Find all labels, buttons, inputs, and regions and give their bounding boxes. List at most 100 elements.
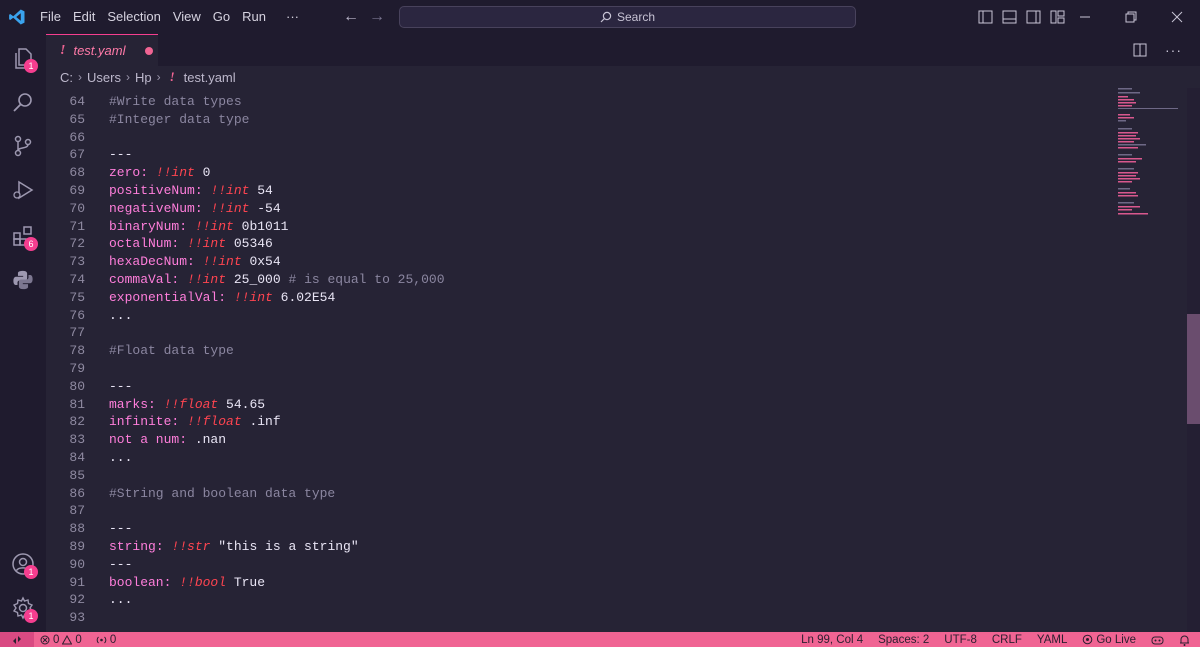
encoding[interactable]: UTF-8 <box>944 634 977 646</box>
code-line[interactable]: 86 #String and boolean data type <box>46 485 1106 503</box>
scrollbar-thumb[interactable] <box>1187 314 1200 424</box>
code-line[interactable]: 64 #Write data types <box>46 93 1106 111</box>
command-center-search[interactable]: Search <box>399 6 856 28</box>
cursor-position[interactable]: Ln 99, Col 4 <box>801 634 863 646</box>
token-key: hexaDecNum <box>109 254 188 270</box>
code-line[interactable]: 68 zero: !!int 0 <box>46 164 1106 182</box>
breadcrumb-file[interactable]: test.yaml <box>184 70 236 85</box>
code-line[interactable]: 70 negativeNum: !!int -54 <box>46 200 1106 218</box>
warning-count: 0 <box>75 633 82 646</box>
token-val: .nan <box>194 432 227 448</box>
code-line[interactable]: 71 binaryNum: !!int 0b1011 <box>46 218 1106 236</box>
code-line[interactable]: 77 <box>46 324 1106 342</box>
python-button[interactable] <box>0 258 46 302</box>
minimap[interactable] <box>1116 88 1186 632</box>
code-line[interactable]: 84... <box>46 449 1106 467</box>
code-line[interactable]: 88 --- <box>46 520 1106 538</box>
explorer-button[interactable]: 1 <box>0 36 46 80</box>
code-line[interactable]: 75 exponentialVal: !!int 6.02E54 <box>46 289 1106 307</box>
code-line[interactable]: 74 commaVal: !!int 25_000 # is equal to 2… <box>46 271 1106 289</box>
line-number: 80 <box>69 378 85 394</box>
menu-item-selection[interactable]: Selection <box>101 0 166 34</box>
code-line[interactable]: 85 <box>46 467 1106 485</box>
code-line[interactable]: 73 hexaDecNum: !!int 0x54 <box>46 253 1106 271</box>
arrow-right-icon[interactable]: → <box>369 8 385 26</box>
code-line[interactable]: 93 <box>46 609 1106 627</box>
menu-item-run[interactable]: Run <box>236 0 272 34</box>
ports-button[interactable]: 0 <box>96 632 116 647</box>
notifications-icon[interactable] <box>1179 634 1190 646</box>
line-content: marks: !!float 54.65 <box>109 396 265 414</box>
line-number: 72 <box>69 236 85 252</box>
code-line[interactable]: 66 <box>46 129 1106 147</box>
code-line[interactable]: 65 #Integer data type <box>46 111 1106 129</box>
line-content: octalNum: !!int 05346 <box>109 235 273 253</box>
line-number: 64 <box>69 94 85 109</box>
token-key: string <box>109 539 156 554</box>
menu-item-file[interactable]: File <box>34 0 67 34</box>
code-line[interactable]: 79 <box>46 360 1106 378</box>
copilot-icon[interactable] <box>1151 634 1164 645</box>
manage-button[interactable]: 1 <box>0 586 46 630</box>
line-content: boolean: !!bool True <box>109 574 265 592</box>
token-comment: #Integer data type <box>109 111 250 127</box>
run-debug-button[interactable] <box>0 168 46 212</box>
menu-item-go[interactable]: Go <box>207 0 236 34</box>
remote-button[interactable] <box>0 632 34 647</box>
tab-test-yaml[interactable]: ! test.yaml <box>46 34 158 66</box>
chevron-right-icon: › <box>156 70 161 84</box>
menu-item-view[interactable]: View <box>167 0 207 34</box>
arrow-left-icon[interactable]: ← <box>343 8 359 26</box>
code-line[interactable]: 87 <box>46 502 1106 520</box>
split-editor-icon[interactable] <box>1133 43 1147 57</box>
search-view-button[interactable] <box>0 80 46 124</box>
language-mode[interactable]: YAML <box>1037 634 1067 646</box>
code-line[interactable]: 92... <box>46 591 1106 609</box>
close-button[interactable] <box>1154 0 1200 34</box>
menu-item-edit[interactable]: Edit <box>67 0 101 34</box>
title-bar: File Edit Selection View Go Run ··· ← → Search <box>0 0 1200 34</box>
line-ending[interactable]: CRLF <box>992 634 1022 646</box>
toggle-panel-icon[interactable] <box>1002 10 1017 24</box>
line-content: positiveNum: !!int 54 <box>109 182 273 200</box>
line-number: 70 <box>69 200 85 216</box>
code-line[interactable]: 72 octalNum: !!int 05346 <box>46 235 1106 253</box>
line-content: --- <box>109 146 132 164</box>
code-line[interactable]: 76... <box>46 307 1106 325</box>
minimap-preview <box>1118 88 1178 215</box>
extensions-button[interactable]: 6 <box>0 214 46 258</box>
breadcrumb-hp[interactable]: Hp <box>135 70 152 85</box>
go-live-button[interactable]: Go Live <box>1082 632 1136 647</box>
code-line[interactable]: 78 #Float data type <box>46 342 1106 360</box>
code-line[interactable]: 81 marks: !!float 54.65 <box>46 396 1106 414</box>
code-line[interactable]: 89 string: !!str "this is a string" <box>46 538 1106 556</box>
source-control-button[interactable] <box>0 124 46 168</box>
toggle-secondary-sidebar-icon[interactable] <box>1026 10 1041 24</box>
indentation[interactable]: Spaces: 2 <box>878 634 929 646</box>
minimize-button[interactable] <box>1062 0 1108 34</box>
breadcrumb-drive[interactable]: C: <box>60 70 73 85</box>
code-line[interactable]: 83 not a num: .nan <box>46 431 1106 449</box>
toggle-primary-sidebar-icon[interactable] <box>978 10 993 24</box>
code-editor[interactable]: 64 #Write data types 65 #Integer data type 6… <box>46 88 1200 632</box>
problems-button[interactable]: 0 0 <box>40 632 82 647</box>
code-line[interactable]: 67 --- <box>46 146 1106 164</box>
line-number: 85 <box>69 467 85 483</box>
token-tag: !!int <box>210 183 250 198</box>
code-line[interactable]: 90 --- <box>46 556 1106 574</box>
restore-button[interactable] <box>1108 0 1154 34</box>
line-number: 86 <box>69 485 85 501</box>
unsaved-dot-icon[interactable] <box>145 46 154 55</box>
python-icon <box>13 270 33 290</box>
line-content: string: !!str "this is a string" <box>109 538 359 556</box>
code-line[interactable]: 69 positiveNum: !!int 54 <box>46 182 1106 200</box>
line-content: --- <box>109 378 132 396</box>
code-line[interactable]: 91 boolean: !!bool True <box>46 574 1106 592</box>
menu-item-more[interactable]: ··· <box>280 0 305 34</box>
code-line[interactable]: 82 infinite: !!float .inf <box>46 413 1106 431</box>
code-line[interactable]: 80 --- <box>46 378 1106 396</box>
line-number: 74 <box>69 272 85 287</box>
more-actions-icon[interactable]: ··· <box>1165 42 1182 58</box>
accounts-button[interactable]: 1 <box>0 542 46 586</box>
breadcrumb-users[interactable]: Users <box>87 70 121 85</box>
